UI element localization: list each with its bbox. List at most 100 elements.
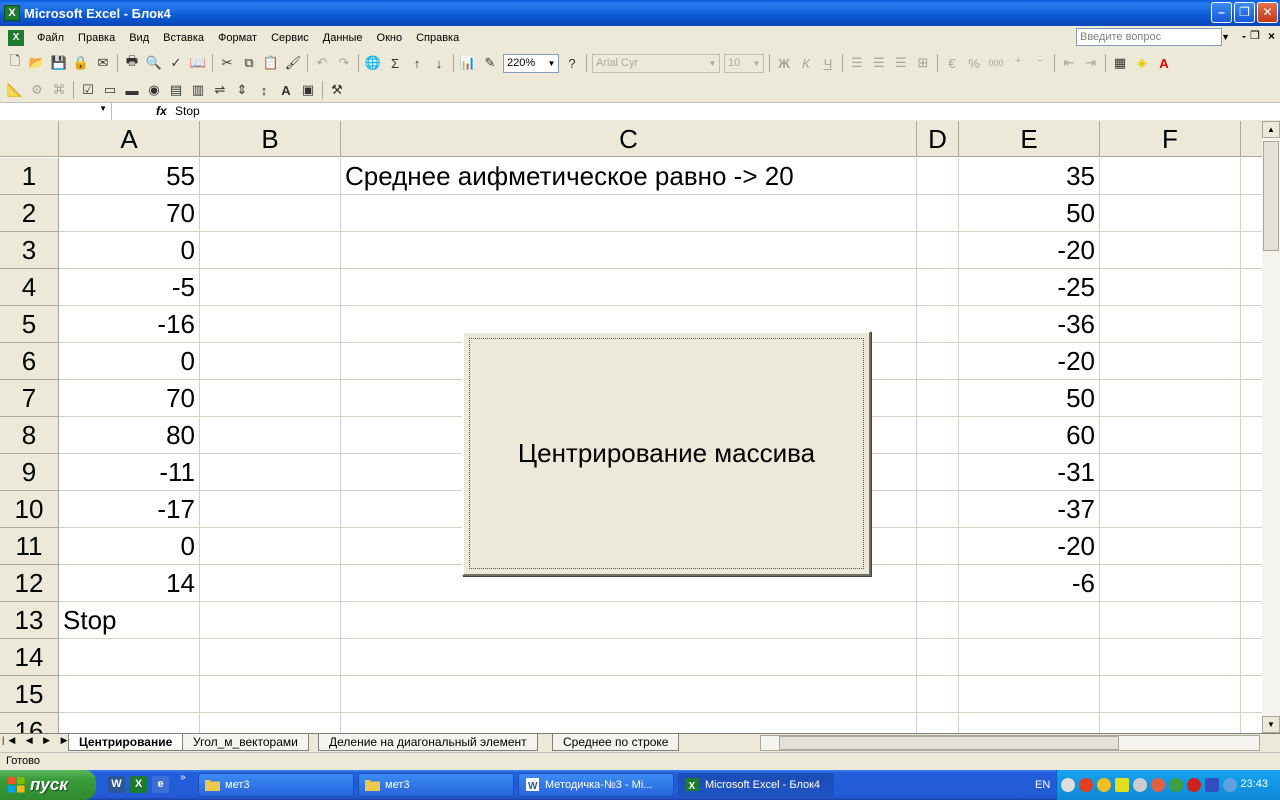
tray-volume-icon[interactable] (1133, 778, 1147, 792)
row-header-5[interactable]: 5 (0, 306, 59, 343)
close-button[interactable]: ✕ (1257, 2, 1278, 23)
listbox-control-icon[interactable]: ▤ (165, 79, 187, 101)
doc-minimize-icon[interactable]: - (1242, 29, 1246, 43)
spelling-icon[interactable]: ✓ (165, 52, 187, 74)
toggle-control-icon[interactable]: ⇌ (209, 79, 231, 101)
scrollbar-control-icon[interactable]: ↕ (253, 79, 275, 101)
cell-f7[interactable] (1100, 380, 1241, 417)
view-code-icon[interactable]: ⌘ (48, 79, 70, 101)
horizontal-scrollbar[interactable] (760, 735, 1260, 751)
doc-restore-icon[interactable]: ❐ (1250, 29, 1260, 42)
doc-close-icon[interactable]: × (1268, 29, 1275, 43)
cell-f13[interactable] (1100, 602, 1241, 639)
tray-security-icon[interactable] (1151, 778, 1165, 792)
cell-a6[interactable]: 0 (59, 343, 200, 380)
currency-icon[interactable]: € (941, 52, 963, 74)
cell-f4[interactable] (1100, 269, 1241, 306)
hyperlink-icon[interactable]: 🌐 (362, 52, 384, 74)
scroll-down-icon[interactable]: ▼ (1262, 716, 1280, 733)
borders-icon[interactable]: ▦ (1109, 52, 1131, 74)
properties-icon[interactable]: ⚙ (26, 79, 48, 101)
row-header-10[interactable]: 10 (0, 491, 59, 528)
increase-indent-icon[interactable]: ⇥ (1080, 52, 1102, 74)
row-header-6[interactable]: 6 (0, 343, 59, 380)
row-header-9[interactable]: 9 (0, 454, 59, 491)
cell-g4[interactable] (1241, 269, 1262, 306)
bold-button[interactable]: Ж (773, 52, 795, 74)
scroll-up-icon[interactable]: ▲ (1262, 121, 1280, 138)
cell-c15[interactable] (341, 676, 917, 713)
redo-icon[interactable]: ↷ (333, 52, 355, 74)
percent-button[interactable]: % (963, 52, 985, 74)
paste-icon[interactable]: 📋 (260, 52, 282, 74)
cell-e15[interactable] (959, 676, 1100, 713)
ie-quicklaunch-icon[interactable]: e (152, 776, 169, 793)
permission-icon[interactable]: 🔒 (70, 52, 92, 74)
spin-control-icon[interactable]: ⇕ (231, 79, 253, 101)
cell-f9[interactable] (1100, 454, 1241, 491)
align-left-icon[interactable]: ☰ (846, 52, 868, 74)
cell-f11[interactable] (1100, 528, 1241, 565)
combobox-control-icon[interactable]: ▥ (187, 79, 209, 101)
cell-c1[interactable]: Среднее аифметическое равно -> 20 (341, 158, 917, 195)
undo-icon[interactable]: ↶ (311, 52, 333, 74)
research-icon[interactable]: 📖 (187, 52, 209, 74)
cell-a12[interactable]: 14 (59, 565, 200, 602)
formula-input[interactable]: Stop (175, 104, 200, 118)
cell-e8[interactable]: 60 (959, 417, 1100, 454)
tray-battery-icon[interactable] (1115, 778, 1129, 792)
tray-app-icon[interactable] (1097, 778, 1111, 792)
tray-monitor-icon[interactable] (1205, 778, 1219, 792)
save-icon[interactable]: 💾 (48, 52, 70, 74)
cell-g9[interactable] (1241, 454, 1262, 491)
menu-tools[interactable]: Сервис (264, 32, 316, 44)
column-header-f[interactable]: F (1100, 121, 1241, 157)
cell-b8[interactable] (200, 417, 341, 454)
minimize-button[interactable]: – (1211, 2, 1232, 23)
cell-a15[interactable] (59, 676, 200, 713)
chart-wizard-icon[interactable]: 📊 (457, 52, 479, 74)
cell-g13[interactable] (1241, 602, 1262, 639)
zoom-select[interactable]: 220% ▼ (503, 53, 559, 73)
cell-e12[interactable]: -6 (959, 565, 1100, 602)
decrease-indent-icon[interactable]: ⇤ (1058, 52, 1080, 74)
cell-g8[interactable] (1241, 417, 1262, 454)
cell-c2[interactable] (341, 195, 917, 232)
language-indicator[interactable]: EN (1035, 779, 1050, 791)
decrease-decimal-icon[interactable]: ⁻ (1029, 52, 1051, 74)
row-header-12[interactable]: 12 (0, 565, 59, 602)
cell-b13[interactable] (200, 602, 341, 639)
cell-a16[interactable] (59, 713, 200, 733)
align-right-icon[interactable]: ☰ (890, 52, 912, 74)
column-header-c[interactable]: C (341, 121, 917, 157)
cell-d11[interactable] (917, 528, 959, 565)
increase-decimal-icon[interactable]: ⁺ (1007, 52, 1029, 74)
cell-d15[interactable] (917, 676, 959, 713)
maximize-button[interactable]: ❐ (1234, 2, 1255, 23)
row-header-1[interactable]: 1 (0, 158, 59, 195)
cell-f15[interactable] (1100, 676, 1241, 713)
cell-b6[interactable] (200, 343, 341, 380)
cell-d9[interactable] (917, 454, 959, 491)
cell-d10[interactable] (917, 491, 959, 528)
tab-navigation-icon[interactable]: |◀ ◀ ▶ ▶| (2, 735, 78, 746)
task-word-doc[interactable]: W Методичка-№3 - Mi... (518, 773, 674, 797)
sheet-tab-centering[interactable]: Центрирование (68, 734, 184, 751)
cell-d12[interactable] (917, 565, 959, 602)
row-header-8[interactable]: 8 (0, 417, 59, 454)
cell-e9[interactable]: -31 (959, 454, 1100, 491)
cell-a10[interactable]: -17 (59, 491, 200, 528)
option-control-icon[interactable]: ◉ (143, 79, 165, 101)
row-header-13[interactable]: 13 (0, 602, 59, 639)
cell-f12[interactable] (1100, 565, 1241, 602)
cell-e7[interactable]: 50 (959, 380, 1100, 417)
cell-g7[interactable] (1241, 380, 1262, 417)
menu-window[interactable]: Окно (370, 32, 410, 44)
horizontal-scroll-thumb[interactable] (779, 736, 1119, 750)
cell-c14[interactable] (341, 639, 917, 676)
cell-e13[interactable] (959, 602, 1100, 639)
cell-b7[interactable] (200, 380, 341, 417)
button-control-icon[interactable]: ▬ (121, 79, 143, 101)
excel-app-icon[interactable]: X (4, 5, 20, 21)
cell-e10[interactable]: -37 (959, 491, 1100, 528)
